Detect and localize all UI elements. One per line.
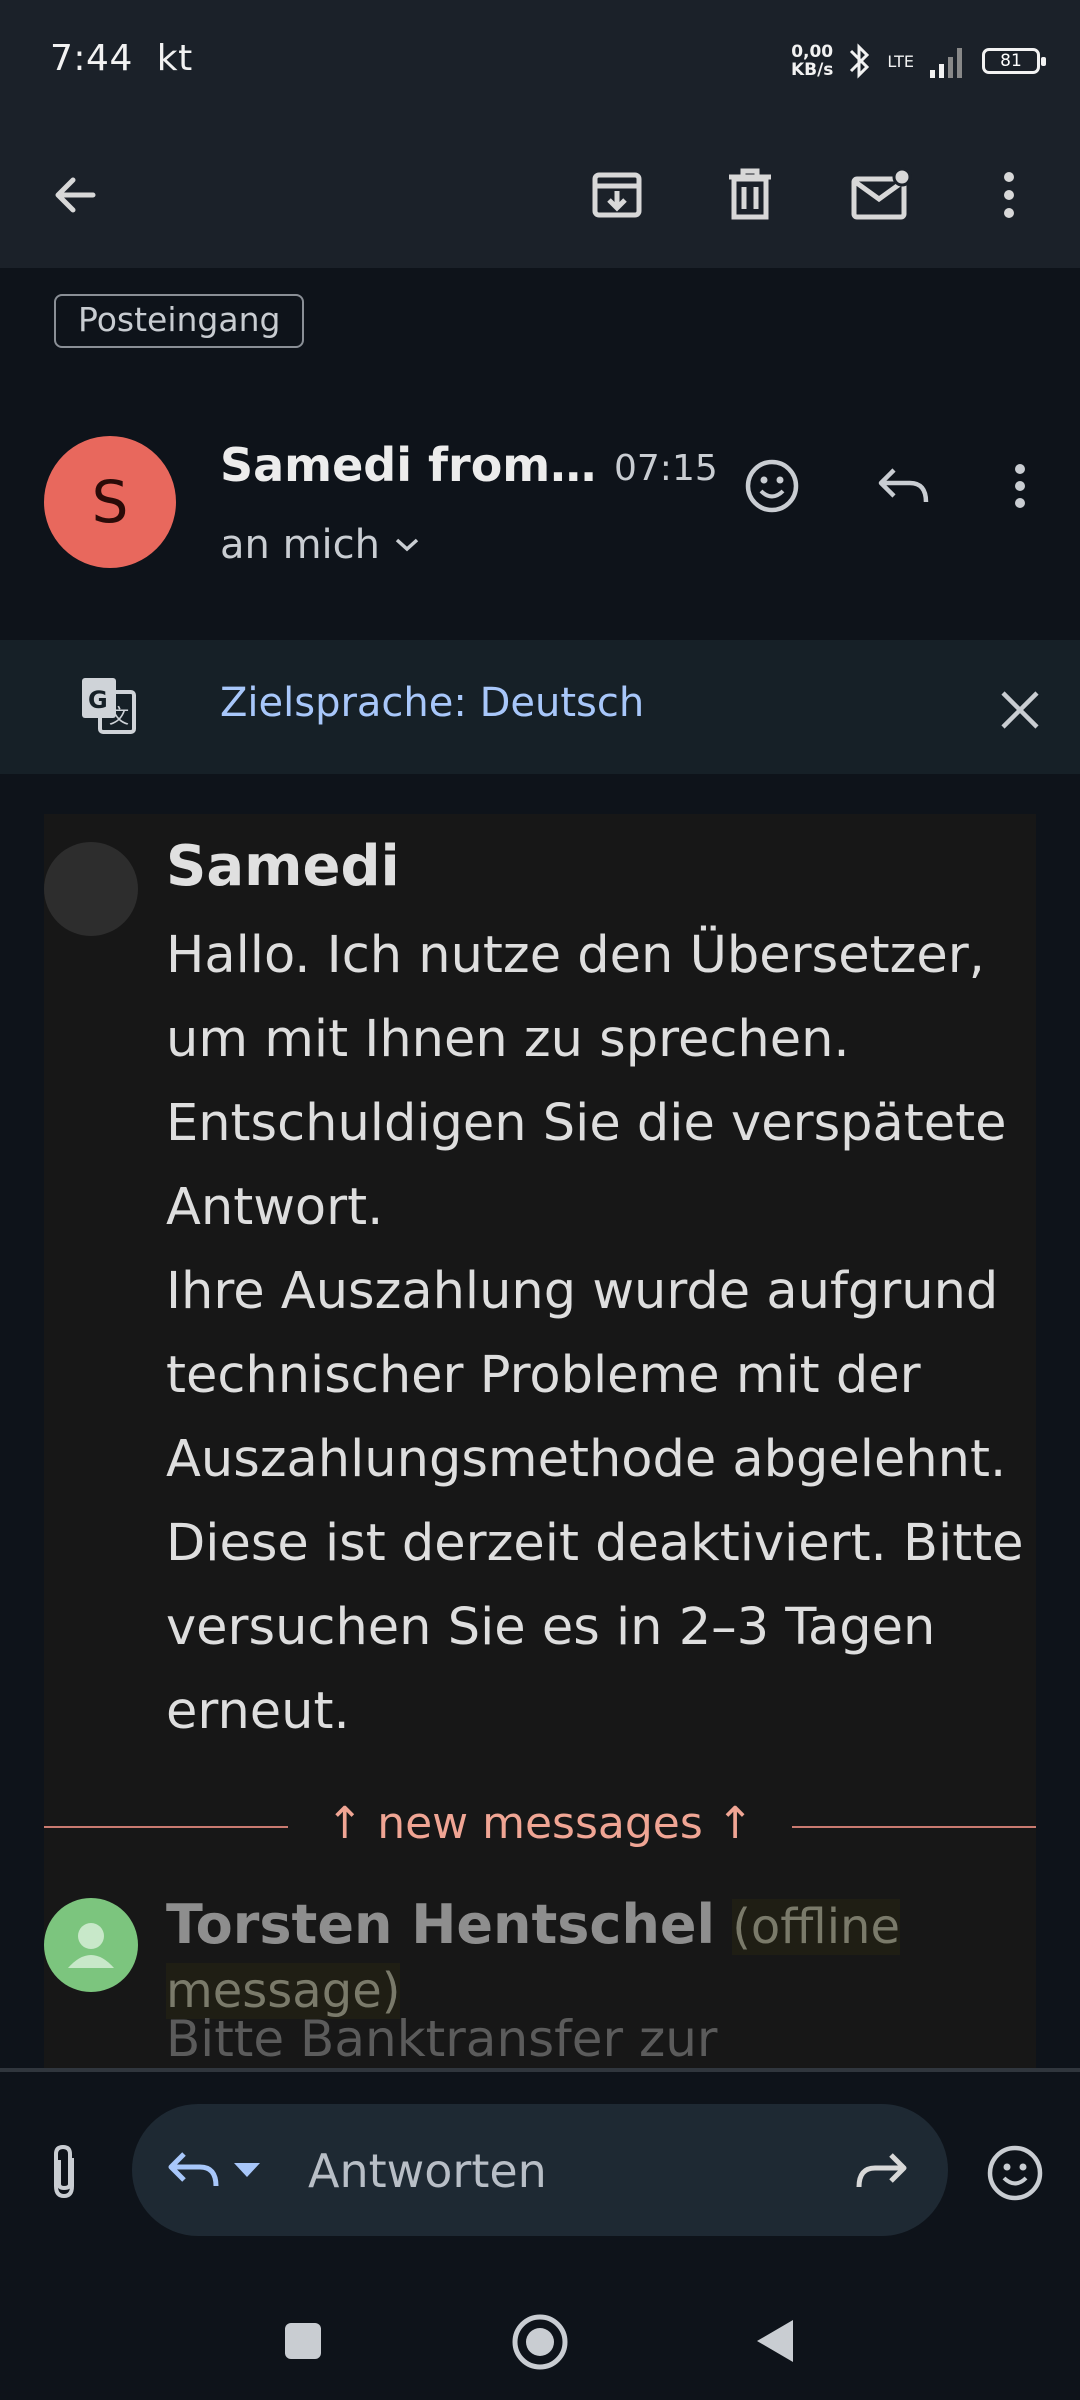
body-line: Antwort. [166,1178,384,1237]
back-arrow-icon [55,177,96,213]
attachment-icon [54,2144,74,2199]
body-line: Auszahlungsmethode abgelehnt. [166,1430,1007,1489]
body-line: Ihre Auszahlung wurde aufgrund [166,1262,999,1321]
body-line: Hallo. Ich nutze den Übersetzer, [166,926,985,985]
body-line: erneut. [166,1682,350,1741]
archive-button[interactable] [572,150,662,240]
body-line: versuchen Sie es in 2–3 Tagen [166,1598,936,1657]
body-line: Diese ist derzeit deaktiviert. Bitte [166,1514,1024,1573]
emoji-smile-icon [987,2145,1043,2201]
body-line: um mit Ihnen zu sprechen. [166,1010,850,1069]
close-translate-button[interactable] [990,680,1050,740]
back-button[interactable] [30,150,120,240]
body-line: Entschuldigen Sie die verspätete [166,1094,1007,1153]
toolbar [0,120,1080,268]
compose-emoji-button[interactable] [980,2138,1050,2208]
reply-type-selector[interactable] [166,2140,276,2200]
mark-unread-button[interactable] [836,150,926,240]
body-line: technischer Probleme mit der [166,1346,921,1405]
svg-text:G: G [88,686,108,714]
message-body: Hallo. Ich nutze den Übersetzer, um mit … [166,914,1036,1754]
more-vert-icon [1004,172,1014,218]
status-icons: 0,00 KB/s LTE 81 [790,36,1046,86]
archive-icon [592,172,642,218]
recipient-label: an mich [220,522,380,568]
square-icon [285,2323,321,2359]
second-message-preview: Bitte Banktransfer zur [166,2010,718,2068]
svg-text:文: 文 [109,704,129,728]
reply-button[interactable] [864,446,944,526]
status-time: 7:44 kt [50,38,193,79]
sender-avatar[interactable]: S [44,436,176,568]
delete-icon [729,168,771,220]
carrier-label: kt [156,38,193,79]
more-options-button[interactable] [964,150,1054,240]
back-nav-button[interactable] [750,2316,800,2366]
message-sender-avatar [44,842,138,936]
emoji-reaction-button[interactable] [732,446,812,526]
reply-icon [878,468,929,503]
reply-icon [168,2152,219,2187]
home-button[interactable] [510,2312,570,2372]
translate-target-language-link[interactable]: Zielsprache: Deutsch [220,680,644,726]
net-speed: 0,00 KB/s [790,42,834,80]
system-nav-bar [0,2276,1080,2400]
person-icon [68,1923,114,1968]
person-avatar [44,1898,138,1992]
attach-button[interactable] [30,2138,98,2206]
second-sender-line: Torsten Hentschel (offline message) [166,1894,1026,2022]
chevron-down-icon [395,538,419,552]
recipient-toggle[interactable]: an mich [220,522,420,568]
battery-icon: 81 [982,48,1046,74]
translate-icon: G 文 [80,676,138,740]
close-icon [1001,691,1039,729]
emoji-smile-icon [745,459,799,513]
new-messages-label: ↑ new messages ↑ [326,1798,754,1849]
back-triangle-icon [757,2320,793,2362]
bluetooth-icon [850,43,870,79]
lte-label: LTE [887,51,914,71]
sender-name[interactable]: Samedi from… [220,438,596,492]
dropdown-triangle-icon [234,2163,260,2177]
inbox-label-chip[interactable]: Posteingang [54,294,305,348]
mark-unread-icon [851,167,912,220]
home-circle-icon [512,2314,568,2370]
message-more-button[interactable] [980,446,1060,526]
reply-placeholder[interactable]: Antworten [308,2144,547,2198]
more-vert-icon [1015,464,1025,508]
delete-button[interactable] [705,150,795,240]
signal-icon [930,48,962,78]
forward-icon [856,2153,907,2188]
email-time: 07:15 [614,448,718,489]
message-sender-name: Samedi [166,834,400,899]
second-sender-name: Torsten Hentschel [166,1893,716,1956]
recents-button[interactable] [278,2316,328,2366]
forward-button[interactable] [850,2140,912,2202]
